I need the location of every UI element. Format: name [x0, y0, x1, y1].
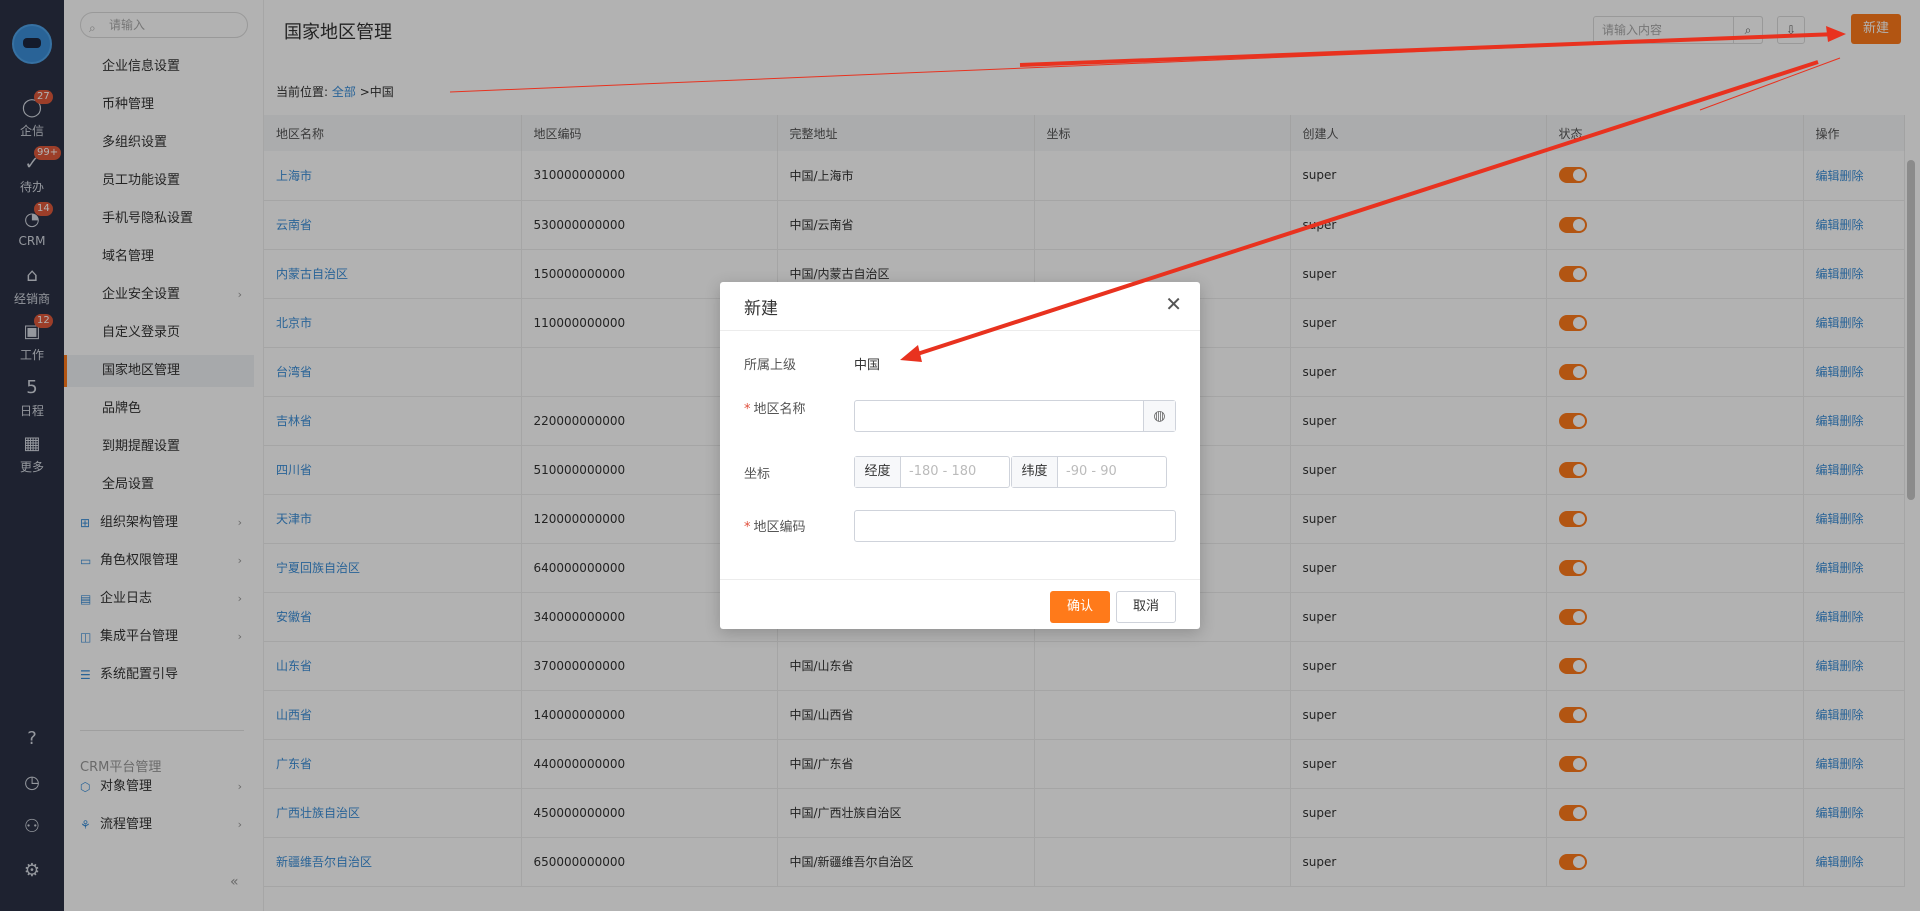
- dialog-footer: 确认 取消: [720, 579, 1200, 629]
- latitude-input[interactable]: 纬度 -90 - 90: [1011, 456, 1167, 488]
- new-region-dialog: 新建 ✕ 所属上级 中国 * 地区名称 ◍ 坐标 经度 -180 - 180 纬度…: [720, 282, 1200, 629]
- dialog-title: 新建: [744, 299, 778, 319]
- region-code-input[interactable]: [854, 510, 1176, 542]
- region-name-input[interactable]: ◍: [854, 400, 1176, 432]
- longitude-input[interactable]: 经度 -180 - 180: [854, 456, 1010, 488]
- parent-label: 所属上级: [744, 358, 797, 373]
- close-icon[interactable]: ✕: [1165, 292, 1182, 316]
- dialog-header: 新建 ✕: [720, 282, 1200, 331]
- cancel-button[interactable]: 取消: [1116, 591, 1176, 623]
- region-name-label: * 地区名称: [744, 402, 806, 417]
- region-code-label: * 地区编码: [744, 520, 806, 535]
- coord-label: 坐标: [744, 467, 771, 482]
- confirm-button[interactable]: 确认: [1050, 591, 1110, 623]
- parent-value: 中国: [854, 358, 881, 373]
- globe-icon[interactable]: ◍: [1143, 401, 1175, 431]
